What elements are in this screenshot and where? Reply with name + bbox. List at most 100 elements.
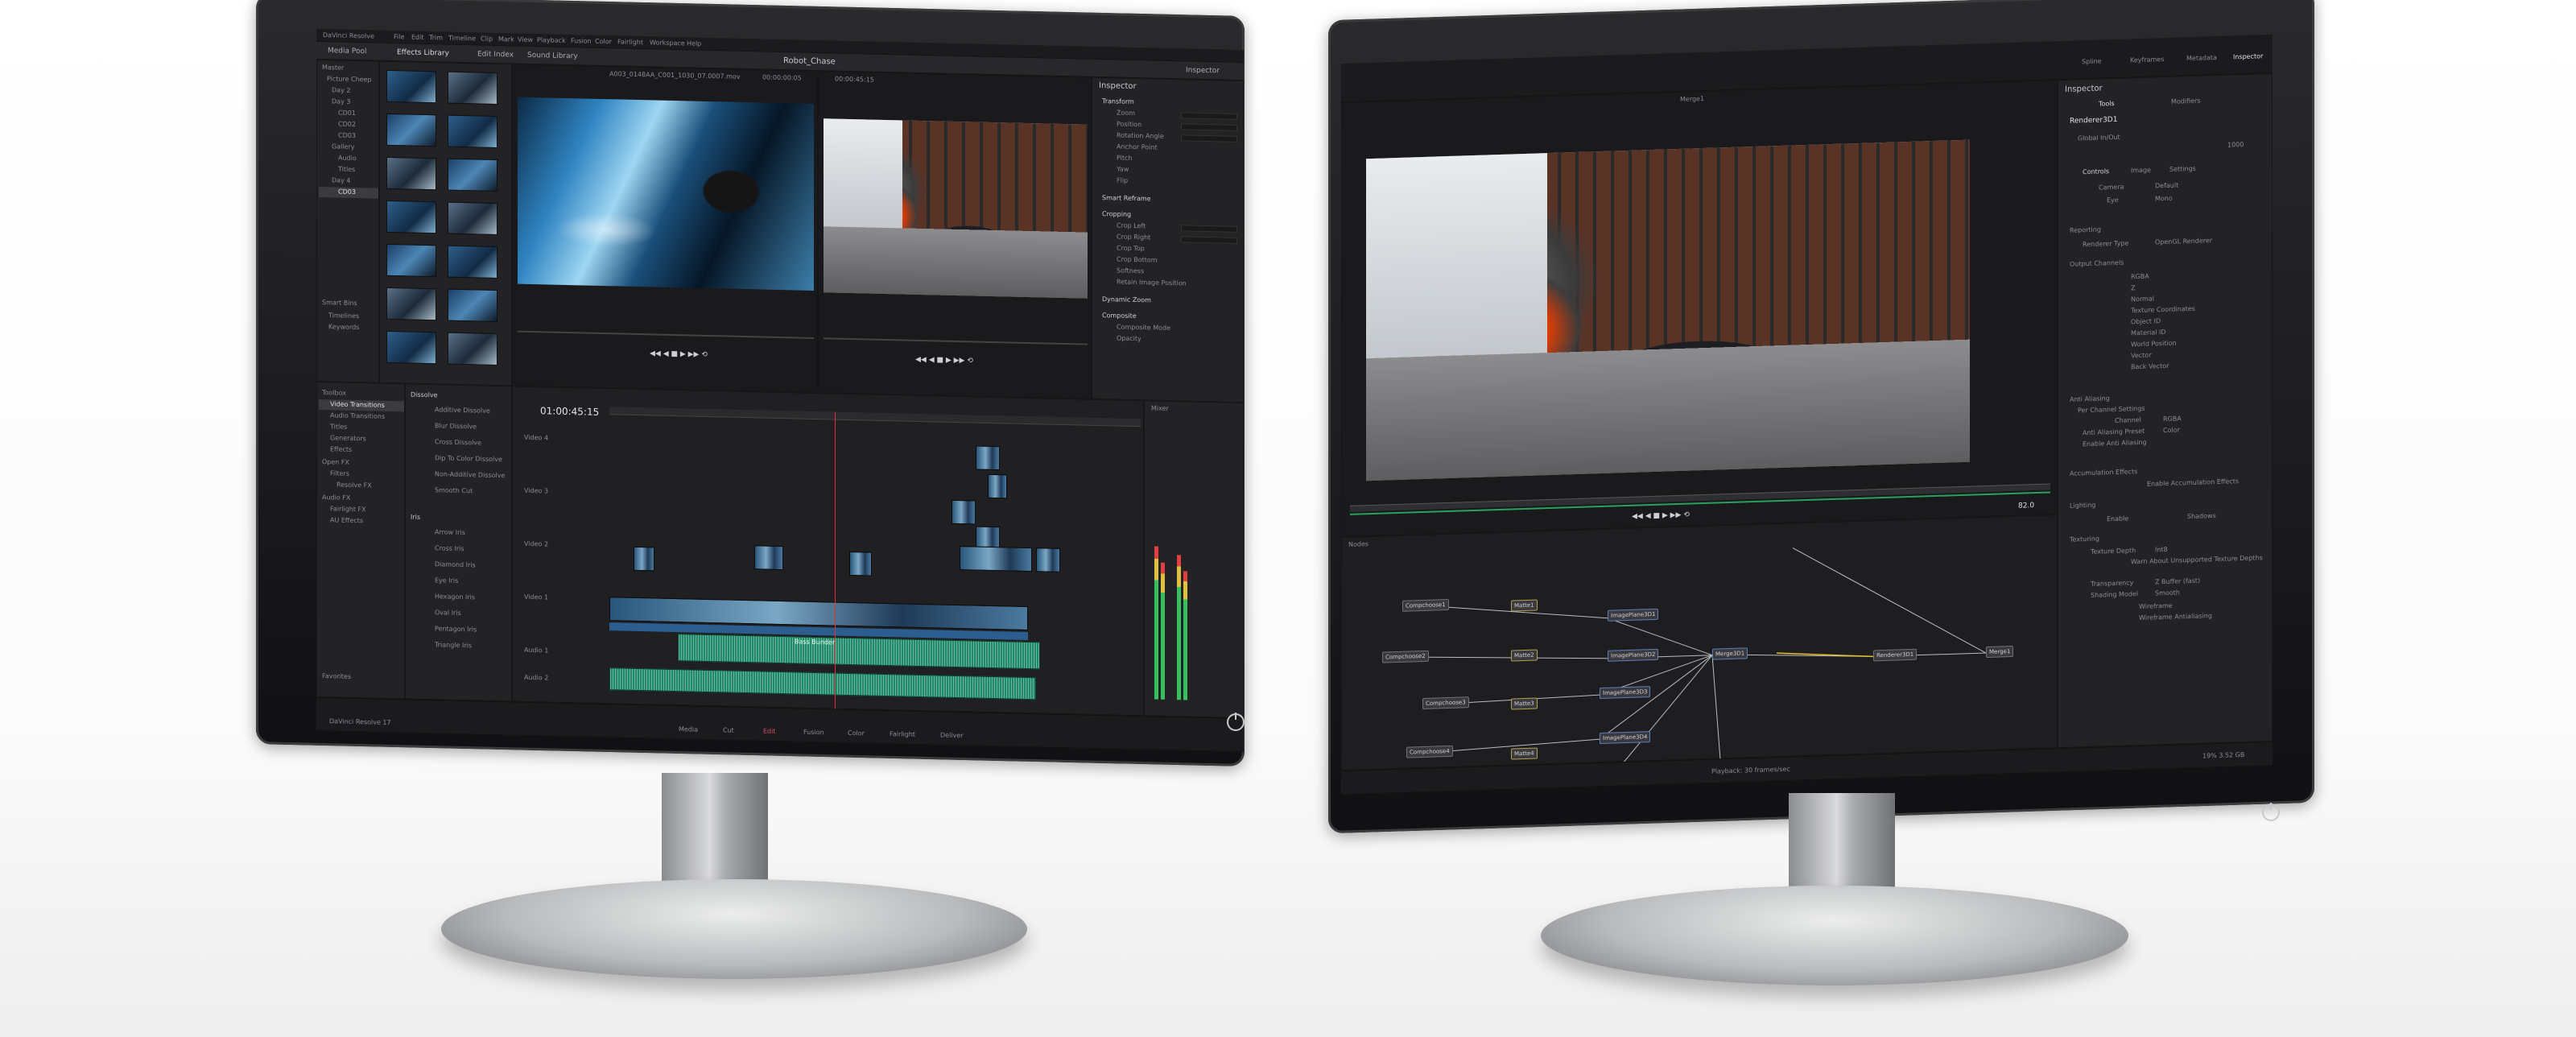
toolbox-item[interactable]: Fairlight FX [330, 505, 366, 513]
menu-color[interactable]: Color [595, 38, 612, 45]
position-field[interactable] [1181, 123, 1237, 131]
effect-item[interactable]: Smooth Cut [435, 486, 473, 494]
tab-modifiers[interactable]: Modifiers [2171, 97, 2201, 105]
effect-item[interactable]: Eye Iris [435, 576, 458, 585]
bin-item[interactable]: Picture Cheep [327, 75, 372, 83]
menu-file[interactable]: File [394, 33, 404, 40]
node-merge3d[interactable]: Merge3D1 [1712, 647, 1748, 660]
wireframe-aa-checkbox[interactable]: Wireframe Antialiasing [2139, 612, 2212, 622]
channel-worldpos[interactable]: World Position [2131, 340, 2177, 349]
anti-aliasing-section[interactable]: Anti Aliasing [2070, 395, 2110, 403]
media-pool-button[interactable]: Media Pool [328, 47, 367, 56]
bin-item[interactable]: CD02 [338, 121, 356, 128]
node-matte2[interactable]: Matte2 [1511, 649, 1538, 662]
menu-help[interactable]: Help [687, 39, 701, 47]
node-compchoose2[interactable]: Compchoose2 [1382, 650, 1429, 663]
timeline-clip[interactable] [988, 473, 1007, 499]
subtab-image[interactable]: Image [2131, 167, 2151, 175]
enable-accumulation[interactable]: Enable Accumulation Effects [2147, 477, 2239, 488]
node-imageplane3[interactable]: ImagePlane3D3 [1600, 686, 1651, 700]
source-scrubber[interactable] [518, 330, 814, 339]
bin-item[interactable]: Titles [338, 166, 355, 173]
timeline-clip[interactable] [634, 546, 654, 572]
channel-backvector[interactable]: Back Vector [2131, 362, 2169, 370]
record-scrubber[interactable] [824, 337, 1088, 345]
channel-z[interactable]: Z [2131, 284, 2135, 291]
clip-thumbnail[interactable] [386, 330, 436, 365]
tab-metadata[interactable]: Metadata [2186, 54, 2217, 62]
page-tab-edit[interactable]: Edit [763, 728, 776, 735]
clip-thumbnail[interactable] [448, 245, 497, 279]
audio2-clip[interactable] [609, 667, 1036, 700]
node-matte4[interactable]: Matte4 [1511, 747, 1538, 760]
menu-timeline[interactable]: Timeline [448, 35, 476, 43]
clip-thumbnail[interactable] [448, 288, 497, 323]
toolbox-item[interactable]: Resolve FX [336, 481, 372, 489]
enable-aa-label[interactable]: Enable Anti Aliasing [2083, 439, 2147, 448]
page-tab-deliver[interactable]: Deliver [940, 732, 963, 740]
left-power-icon[interactable] [1227, 713, 1245, 731]
per-channel-settings[interactable]: Per Channel Settings [2078, 405, 2145, 415]
menu-playback[interactable]: Playback [537, 36, 566, 44]
bin-master[interactable]: Master [322, 64, 344, 72]
channel-rgba[interactable]: RGBA [2131, 273, 2149, 281]
channel-vector[interactable]: Vector [2131, 352, 2152, 360]
playhead[interactable] [835, 411, 836, 710]
tab-tools[interactable]: Tools [2099, 100, 2115, 108]
shading-model-value[interactable]: Smooth [2155, 589, 2180, 597]
effect-item[interactable]: Cross Iris [435, 544, 464, 552]
right-power-icon[interactable] [2262, 803, 2280, 821]
timeline-clip[interactable] [1036, 547, 1060, 572]
menu-clip[interactable]: Clip [481, 35, 493, 43]
effect-item[interactable]: Oval Iris [435, 609, 461, 617]
rotation-field[interactable] [1181, 134, 1237, 143]
clip-thumbnail[interactable] [448, 71, 497, 105]
effect-item[interactable]: Hexagon Iris [435, 593, 475, 601]
frame-number[interactable]: 82.0 [2018, 502, 2034, 510]
bin-item[interactable]: Day 3 [332, 97, 350, 105]
edit-index-button[interactable]: Edit Index [477, 50, 514, 59]
inspector-row[interactable]: Dynamic Zoom [1102, 295, 1151, 304]
node-imageplane4[interactable]: ImagePlane3D4 [1600, 731, 1651, 745]
timeline-clip[interactable] [754, 545, 783, 571]
smart-bin-timelines[interactable]: Timelines [328, 312, 359, 320]
inspector-row[interactable]: Smart Reframe [1102, 194, 1151, 202]
bin-item-selected[interactable]: CD03 [338, 188, 356, 196]
toolbox-item[interactable]: Titles [330, 423, 347, 430]
toolbox-item[interactable]: AU Effects [330, 516, 363, 524]
source-transport-controls[interactable]: ◀◀ ◀ ■ ▶ ▶▶ ⟲ [650, 349, 708, 359]
toolbox-item[interactable]: Audio FX [322, 494, 350, 502]
bin-item[interactable]: CD01 [338, 109, 356, 117]
toolbox-item[interactable]: Effects [330, 445, 352, 453]
transparency-value[interactable]: Z Buffer (fast) [2155, 577, 2200, 586]
effect-item[interactable]: Dip To Color Dissolve [435, 454, 502, 463]
bin-item[interactable]: CD03 [338, 132, 356, 139]
menu-workspace[interactable]: Workspace [650, 39, 685, 47]
channel-materialid[interactable]: Material ID [2131, 328, 2166, 337]
timeline-clip[interactable] [976, 445, 1000, 471]
renderer-type-value[interactable]: OpenGL Renderer [2155, 237, 2212, 246]
inspector-button[interactable]: Inspector [1186, 66, 1220, 75]
aa-preset-value[interactable]: Color [2163, 426, 2180, 434]
time-ruler[interactable] [1350, 483, 2050, 512]
effect-item[interactable]: Blur Dissolve [435, 422, 477, 430]
clip-thumbnail[interactable] [448, 332, 497, 366]
crop-left-field[interactable] [1181, 225, 1237, 233]
node-merge1[interactable]: Merge1 [1986, 645, 2014, 659]
node-matte3[interactable]: Matte3 [1511, 697, 1538, 710]
clip-thumbnail[interactable] [448, 114, 497, 149]
toolbox-item[interactable]: Audio Transitions [330, 411, 385, 420]
menu-view[interactable]: View [518, 36, 533, 43]
clip-thumbnail[interactable] [386, 200, 436, 234]
channel-objectid[interactable]: Object ID [2131, 317, 2161, 325]
effect-item[interactable]: Pentagon Iris [435, 625, 477, 633]
page-tab-cut[interactable]: Cut [723, 726, 734, 733]
bin-item[interactable]: Gallery [332, 143, 355, 151]
page-tab-media[interactable]: Media [679, 725, 698, 733]
clip-thumbnail[interactable] [386, 113, 436, 147]
clip-thumbnail[interactable] [386, 156, 436, 191]
toolbox-item[interactable]: Filters [330, 469, 349, 477]
clip-thumbnail[interactable] [386, 243, 436, 278]
texturing-section[interactable]: Texturing [2070, 535, 2099, 543]
node-imageplane2[interactable]: ImagePlane3D2 [1608, 648, 1659, 662]
